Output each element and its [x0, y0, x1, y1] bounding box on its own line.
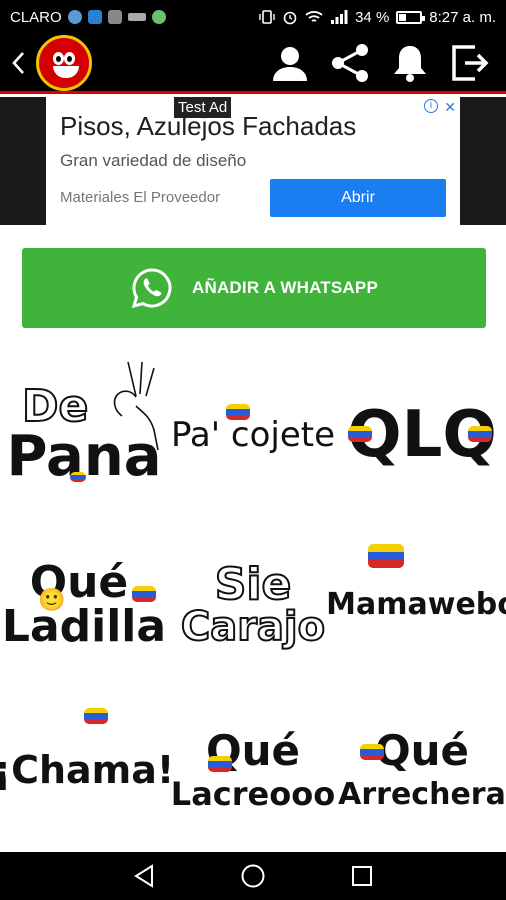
ad-advertiser: Materiales El Proveedor	[60, 189, 221, 206]
sticker-chama[interactable]: ¡Chama!	[0, 690, 174, 850]
sticker-line: Ladilla	[1, 601, 167, 652]
wifi-icon	[305, 11, 323, 22]
sticker-que-arrechera[interactable]: Qué Arrechera	[338, 690, 506, 850]
app-bar-actions	[268, 41, 506, 85]
sticker-qlq[interactable]: QLQ	[338, 350, 506, 520]
nav-back-button[interactable]	[124, 856, 164, 896]
back-arrow-icon	[12, 51, 24, 74]
sticker-mamawebo[interactable]: Mamawebo	[326, 520, 506, 690]
logo-eye-right	[64, 51, 75, 65]
status-left: CLARO	[10, 9, 166, 26]
sticker-sie-carajo[interactable]: Sie Carajo	[168, 520, 338, 690]
facebook-icon	[87, 10, 102, 24]
signal-icon	[331, 10, 348, 24]
nav-home-button[interactable]	[233, 856, 273, 896]
emoji-face-icon: 🙂	[38, 588, 66, 613]
battery-percent: 34 %	[355, 8, 390, 26]
nav-recents-button[interactable]	[342, 856, 382, 896]
app-logo	[36, 34, 92, 91]
logo-mouth	[53, 65, 79, 78]
sticker-line: De	[21, 381, 89, 432]
venezuela-flag-icon	[132, 586, 156, 602]
messenger-icon	[67, 10, 82, 24]
navigation-bar	[0, 852, 506, 900]
bell-icon	[394, 45, 426, 82]
back-button[interactable]	[0, 33, 36, 93]
status-right: 34 % 8:27 a. m.	[259, 9, 496, 26]
sticker-line: Lacreooo	[170, 775, 336, 813]
sticker-line: ¡Chama!	[0, 748, 175, 792]
add-to-whatsapp-label: AÑADIR A WHATSAPP	[192, 278, 378, 297]
venezuela-flag-icon	[368, 544, 404, 568]
venezuela-flag-icon	[348, 426, 372, 442]
sticker-que-lacreooo[interactable]: Qué Lacreooo	[168, 690, 338, 850]
clock: 8:27 a. m.	[429, 8, 496, 26]
venezuela-flag-icon	[226, 404, 250, 420]
ok-hand-icon	[113, 361, 159, 451]
sticker-line: Carajo	[180, 604, 326, 650]
ad-subtitle: Gran variedad de diseño	[60, 151, 247, 170]
share-icon	[332, 43, 368, 82]
sticker-de-pana[interactable]: De Pana	[0, 350, 168, 520]
alarm-icon	[283, 11, 297, 25]
status-bar: CLARO 34 % 8:27 a. m.	[0, 0, 506, 34]
ad-container: Pisos, Azulejos Fachadas Gran variedad d…	[0, 97, 506, 225]
ad-close-icon[interactable]: ✕	[444, 99, 456, 116]
logo-eye-left	[53, 51, 64, 65]
share-button[interactable]	[328, 41, 372, 85]
sticker-line: Sie	[214, 559, 293, 610]
add-to-whatsapp-button[interactable]: AÑADIR A WHATSAPP	[22, 248, 486, 328]
ad-banner[interactable]: Pisos, Azulejos Fachadas Gran variedad d…	[46, 97, 460, 225]
venezuela-flag-icon	[70, 472, 86, 482]
venezuela-flag-icon	[468, 426, 492, 442]
data-icon	[127, 13, 146, 21]
carrier-label: CLARO	[10, 8, 62, 26]
sticker-pa-cojete[interactable]: Pa' cojete	[168, 350, 338, 520]
battery-icon	[396, 10, 426, 24]
venezuela-flag-icon	[208, 756, 232, 772]
logout-button[interactable]	[448, 41, 492, 85]
venezuela-flag-icon	[84, 708, 108, 724]
sticker-line: Arrechera	[338, 777, 506, 812]
android-icon	[151, 10, 166, 24]
profile-icon	[273, 46, 307, 81]
vibrate-icon	[259, 10, 275, 24]
app-bar	[0, 34, 506, 94]
sticker-grid: De Pana Pa' cojete QLQ Qué Ladilla 🙂 Sie…	[0, 350, 506, 850]
test-ad-label: Test Ad	[174, 97, 232, 118]
profile-button[interactable]	[268, 41, 312, 85]
ad-open-button[interactable]: Abrir	[270, 179, 446, 217]
ad-info-icon[interactable]: i	[424, 99, 438, 113]
circle-home-icon	[241, 864, 265, 888]
sticker-line: Qué	[374, 726, 470, 775]
notifications-button[interactable]	[388, 41, 432, 85]
sticker-line: Pa' cojete	[170, 415, 336, 455]
gallery-icon	[107, 10, 122, 24]
whatsapp-icon	[131, 268, 172, 309]
square-recents-icon	[351, 866, 372, 886]
sticker-line: Mamawebo	[326, 587, 506, 622]
logout-icon	[452, 44, 489, 81]
triangle-back-icon	[134, 864, 154, 888]
venezuela-flag-icon	[360, 744, 384, 760]
sticker-que-ladilla[interactable]: Qué Ladilla 🙂	[0, 520, 168, 690]
